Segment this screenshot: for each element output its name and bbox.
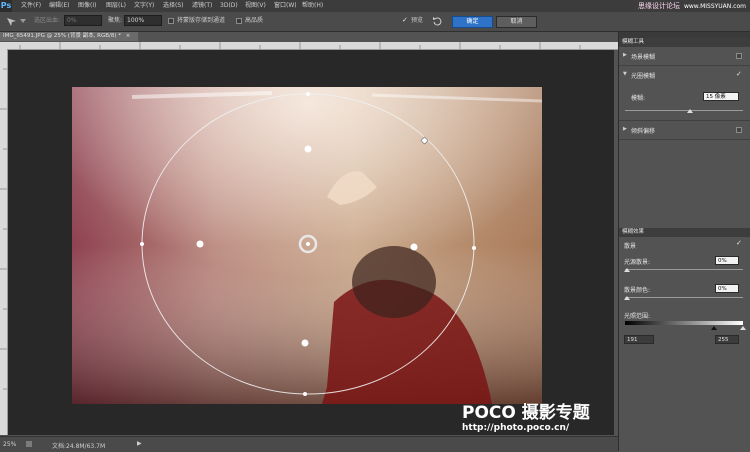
- menu-help[interactable]: 帮助(H): [302, 0, 323, 12]
- feather-handle-top[interactable]: [304, 145, 312, 153]
- blur-tools-header: 模糊工具: [619, 38, 750, 47]
- field-blur-label: 场景模糊: [631, 54, 656, 61]
- selection-bleed-input[interactable]: 0%: [64, 15, 102, 26]
- undo-icon[interactable]: [432, 16, 442, 26]
- blur-amount-label: 模糊:: [631, 95, 646, 102]
- bokeh-check-icon[interactable]: ✓: [736, 240, 742, 247]
- focus-label: 聚焦:: [108, 17, 123, 24]
- light-bokeh-label: 光源散景:: [624, 259, 651, 266]
- status-menu-arrow-icon[interactable]: ▶: [137, 440, 142, 447]
- blur-panel: 模糊工具 ▶ 场景模糊 ▼ 光圈模糊 ✓ 模糊: 15 像素 ▶ 倾斜偏移 模糊…: [618, 32, 750, 451]
- blur-slider-track[interactable]: [625, 110, 743, 111]
- selection-bleed-label: 选区出血:: [34, 17, 61, 24]
- ellipse-handle-right[interactable]: [472, 246, 476, 250]
- menu-layer[interactable]: 图层(L): [106, 0, 126, 12]
- feather-handle-right[interactable]: [410, 243, 418, 251]
- menu-bar: Ps 文件(F) 编辑(E) 图像(I) 图层(L) 文字(Y) 选择(S) 滤…: [0, 0, 750, 12]
- range-low-knob[interactable]: [710, 326, 717, 330]
- chevron-down-icon[interactable]: [20, 18, 26, 24]
- field-blur-row[interactable]: ▶ 场景模糊: [619, 47, 750, 66]
- bokeh-color-input[interactable]: 0%: [715, 284, 739, 293]
- ok-button[interactable]: 确定: [452, 16, 493, 28]
- vertical-ruler: [0, 49, 8, 435]
- menu-type[interactable]: 文字(Y): [134, 0, 154, 12]
- light-bokeh-knob[interactable]: [624, 268, 630, 272]
- move-tool-icon[interactable]: [5, 16, 17, 27]
- triangle-right-icon[interactable]: ▶: [623, 126, 627, 132]
- cancel-button[interactable]: 取消: [496, 16, 537, 28]
- figure-hair: [352, 246, 436, 318]
- field-blur-checkbox[interactable]: [736, 53, 742, 59]
- menu-filter[interactable]: 滤镜(T): [192, 0, 212, 12]
- menu-select[interactable]: 选择(S): [163, 0, 184, 12]
- menu-edit[interactable]: 编辑(E): [49, 0, 69, 12]
- triangle-right-icon[interactable]: ▶: [623, 52, 627, 58]
- poco-brand: POCO 摄影专题: [462, 403, 590, 423]
- triangle-down-icon[interactable]: ▼: [623, 71, 627, 77]
- horizontal-ruler: [0, 42, 618, 50]
- ellipse-handle-left[interactable]: [140, 242, 144, 246]
- iris-blur-check-icon[interactable]: ✓: [736, 71, 742, 78]
- range-high-knob[interactable]: [740, 326, 746, 330]
- document-title: IMG_65491.JPG @ 25% (背景 副本, RGB/8) *: [3, 33, 122, 39]
- iris-blur-label: 光圈模糊: [631, 73, 656, 80]
- bokeh-label: 散景: [624, 243, 637, 250]
- light-bokeh-slider[interactable]: [625, 269, 743, 270]
- menu-view[interactable]: 视图(V): [245, 0, 266, 12]
- range-high-input[interactable]: 255: [715, 335, 739, 344]
- bokeh-color-label: 散景颜色:: [624, 287, 651, 294]
- ps-logo-icon: Ps: [0, 0, 12, 12]
- preview-check-icon[interactable]: ✓: [402, 17, 408, 24]
- menu-file[interactable]: 文件(F): [21, 0, 41, 12]
- feather-handle-left[interactable]: [196, 240, 204, 248]
- poco-url: http://photo.poco.cn/: [462, 423, 570, 433]
- light-bokeh-input[interactable]: 0%: [715, 256, 739, 265]
- light-range-label: 光照范围:: [624, 313, 651, 320]
- document-info: 文档:24.8M/63.7M: [52, 443, 106, 450]
- ellipse-handle-top[interactable]: [306, 92, 310, 96]
- feather-handle-bottom[interactable]: [301, 339, 309, 347]
- light-range-gradient[interactable]: [625, 321, 743, 325]
- close-icon[interactable]: ×: [126, 33, 131, 39]
- tilt-shift-checkbox[interactable]: [736, 127, 742, 133]
- high-quality-label: 高品质: [245, 17, 264, 24]
- blur-pin-center[interactable]: [306, 242, 310, 246]
- zoom-level[interactable]: 25%: [3, 441, 16, 448]
- panel-empty-space: [619, 140, 750, 228]
- tilt-shift-row[interactable]: ▶ 倾斜偏移: [619, 121, 750, 140]
- blur-effects-section: 散景 ✓ 光源散景: 0% 散景颜色: 0% 光照范围: 191 255: [619, 237, 750, 377]
- high-quality-checkbox[interactable]: [236, 18, 242, 24]
- range-low-input[interactable]: 191: [624, 335, 654, 344]
- tilt-shift-label: 倾斜偏移: [631, 128, 656, 135]
- blur-amount-input[interactable]: 15 像素: [703, 92, 739, 101]
- menu-image[interactable]: 图像(I): [78, 0, 96, 12]
- options-bar: 选区出血: 0% 聚焦: 100% 将蒙版存储到通道 高品质 ✓ 预览 确定 取…: [0, 12, 750, 32]
- save-mask-checkbox[interactable]: [168, 18, 174, 24]
- blur-effects-header: 模糊效果: [619, 228, 750, 237]
- menu-3d[interactable]: 3D(D): [220, 0, 238, 12]
- status-icon[interactable]: [26, 441, 32, 447]
- bokeh-color-slider[interactable]: [625, 297, 743, 298]
- focus-input[interactable]: 100%: [124, 15, 162, 26]
- poco-watermark: POCO 摄影专题 http://photo.poco.cn/: [462, 404, 612, 438]
- iris-blur-section: ▼ 光圈模糊 ✓ 模糊: 15 像素: [619, 66, 750, 121]
- preview-label: 预览: [411, 17, 424, 24]
- status-bar: 25% 文档:24.8M/63.7M ▶: [0, 436, 618, 452]
- blur-slider-knob[interactable]: [686, 109, 693, 113]
- menu-window[interactable]: 窗口(W): [274, 0, 297, 12]
- ellipse-handle-bottom[interactable]: [303, 392, 307, 396]
- watermark-text: 思缘设计论坛: [637, 2, 680, 10]
- save-mask-label: 将蒙版存储到通道: [177, 17, 226, 24]
- top-watermark: 思缘设计论坛 www.MISSYUAN.com: [638, 0, 746, 12]
- watermark-site: www.MISSYUAN.com: [683, 3, 746, 10]
- photo-canvas[interactable]: [72, 87, 542, 404]
- document-tab[interactable]: IMG_65491.JPG @ 25% (背景 副本, RGB/8) * ×: [0, 32, 138, 41]
- bokeh-color-knob[interactable]: [624, 296, 630, 300]
